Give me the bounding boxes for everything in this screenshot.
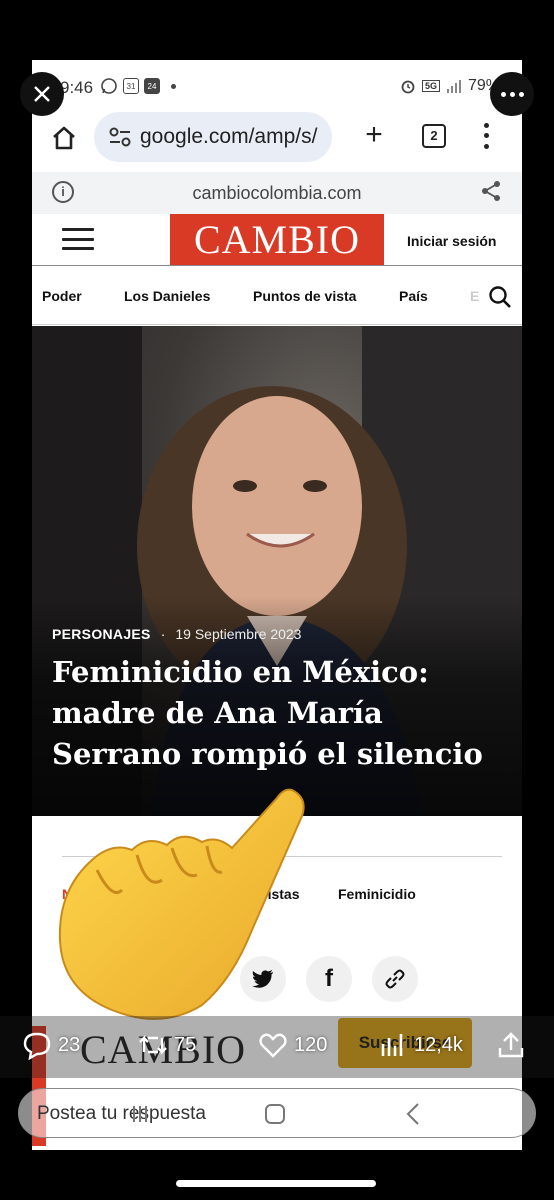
domain-label: cambiocolombia.com [192, 183, 362, 203]
recent-apps-icon [133, 1106, 147, 1122]
nav-item-los-danieles[interactable]: Los Danieles [124, 288, 210, 304]
new-tab-plus-icon[interactable]: + [358, 120, 390, 152]
article-hero[interactable]: PERSONAJES · 19 Septiembre 2023 Feminici… [32, 326, 522, 816]
more-options-button[interactable] [490, 72, 534, 116]
reply-bubble-icon [23, 1032, 51, 1060]
amp-domain-bar: i cambiocolombia.com [32, 172, 522, 214]
calendar-icon: 31 [123, 78, 139, 94]
share-action[interactable] [496, 1030, 526, 1060]
upload-share-icon [498, 1032, 524, 1058]
nav-item-poder[interactable]: Poder [42, 288, 82, 304]
like-count: 120 [294, 1033, 328, 1056]
facebook-icon: f [325, 965, 333, 992]
calendar-badge-icon: 24 [144, 78, 160, 94]
more-notifications-dot-icon [171, 83, 176, 89]
site-settings-icon[interactable] [108, 126, 132, 148]
address-bar[interactable]: google.com/amp/s/ [94, 112, 332, 162]
copy-link-button[interactable] [372, 956, 418, 1002]
article-title[interactable]: Feminicidio en México: madre de Ana Marí… [52, 652, 492, 775]
like-action[interactable]: 120 [258, 1030, 327, 1060]
repost-icon [139, 1035, 167, 1055]
hamburger-menu-icon[interactable] [62, 228, 94, 250]
android-home-icon [265, 1104, 285, 1124]
gesture-home-indicator[interactable] [176, 1180, 376, 1187]
pointing-hand-emoji [58, 788, 305, 1020]
login-link[interactable]: Iniciar sesión [407, 233, 496, 249]
browser-toolbar: google.com/amp/s/ + 2 [32, 112, 522, 168]
article-date: 19 Septiembre 2023 [175, 626, 302, 642]
browser-menu-icon[interactable] [480, 120, 492, 152]
home-icon[interactable] [50, 124, 78, 152]
nav-item-truncated[interactable]: E [470, 288, 479, 304]
facebook-share-button[interactable]: f [306, 956, 352, 1002]
status-system-icons: 5G 79% [400, 77, 500, 95]
close-icon [34, 86, 50, 102]
tab-switcher-button[interactable]: 2 [422, 124, 446, 148]
article-category[interactable]: PERSONAJES [52, 626, 151, 642]
article-meta: PERSONAJES · 19 Septiembre 2023 [52, 626, 301, 642]
network-type-icon: 5G [421, 80, 440, 92]
alarm-icon [401, 80, 415, 94]
views-chart-icon [381, 1034, 403, 1056]
repost-action[interactable]: 75 [138, 1030, 196, 1060]
section-nav: Poder Los Danieles Puntos de vista País … [32, 267, 522, 325]
close-media-button[interactable] [20, 72, 64, 116]
status-notification-icons: 31 24 [100, 77, 176, 95]
tag-link[interactable]: Feminicidio [338, 886, 416, 902]
share-icon[interactable] [480, 180, 502, 202]
signal-icon [446, 80, 461, 93]
reply-count: 23 [58, 1033, 81, 1056]
android-back-icon [406, 1103, 419, 1125]
whatsapp-icon [101, 78, 117, 94]
link-icon [385, 969, 405, 989]
site-logo[interactable]: CAMBIO [170, 214, 384, 265]
repost-count: 75 [174, 1033, 197, 1056]
status-time: 9:46 [60, 78, 94, 97]
nav-item-puntos-de-vista[interactable]: Puntos de vista [253, 288, 356, 304]
search-icon[interactable] [488, 285, 512, 309]
meta-separator: · [160, 626, 166, 642]
nav-item-pais[interactable]: País [399, 288, 428, 304]
reply-action[interactable]: 23 [22, 1030, 80, 1060]
android-nav-buttons [133, 1103, 419, 1125]
screen: 9:46 31 24 5G 79% google.com/amp/s/ + 2 … [0, 0, 554, 1200]
views-count: 12,4k [414, 1033, 463, 1056]
url-text: google.com/amp/s/ [140, 125, 318, 148]
heart-icon [259, 1033, 287, 1058]
views-action[interactable]: 12,4k [378, 1030, 463, 1060]
post-action-bar: 23 75 120 12,4k [0, 1016, 554, 1078]
site-header: CAMBIO Iniciar sesión [32, 214, 522, 266]
status-bar: 9:46 31 24 5G 79% [32, 60, 522, 112]
